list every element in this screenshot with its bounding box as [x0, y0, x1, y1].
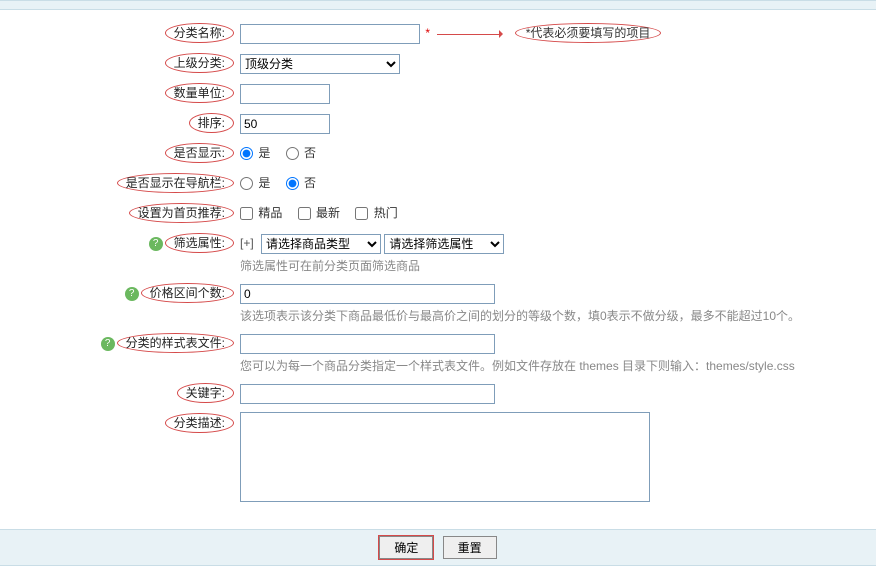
label-unit: 数量单位: [165, 83, 234, 103]
label-parent: 上级分类: [165, 53, 234, 73]
ok-button[interactable]: 确定 [379, 536, 433, 559]
required-star: * [425, 26, 430, 40]
label-style: 分类的样式表文件: [117, 333, 234, 353]
home-opt2[interactable]: 最新 [298, 206, 340, 220]
help-icon: ? [125, 287, 139, 301]
label-name: 分类名称: [165, 23, 234, 43]
label-keywords: 关键字: [177, 383, 234, 403]
style-input[interactable] [240, 334, 495, 354]
display-yes[interactable]: 是 [240, 146, 270, 160]
display-no[interactable]: 否 [286, 146, 316, 160]
row-display: 是否显示: 是 否 [0, 142, 876, 164]
nav-no[interactable]: 否 [286, 176, 316, 190]
parent-select[interactable]: 顶级分类 [240, 54, 400, 74]
unit-input[interactable] [240, 84, 330, 104]
label-sort: 排序: [189, 113, 234, 133]
row-style: ?分类的样式表文件: 您可以为每一个商品分类指定一个样式表文件。例如文件存放在 … [0, 332, 876, 374]
label-filter: 筛选属性: [165, 233, 234, 253]
filter-type-select[interactable]: 请选择商品类型 [261, 234, 381, 254]
reset-button[interactable]: 重置 [443, 536, 497, 559]
row-desc: 分类描述: [0, 412, 876, 509]
desc-textarea[interactable] [240, 412, 650, 502]
label-desc: 分类描述: [165, 413, 234, 433]
row-unit: 数量单位: [0, 82, 876, 104]
price-input[interactable] [240, 284, 495, 304]
label-nav: 是否显示在导航栏: [117, 173, 234, 193]
label-price: 价格区间个数: [141, 283, 234, 303]
row-parent: 上级分类: 顶级分类 [0, 52, 876, 74]
home-opt1[interactable]: 精品 [240, 206, 282, 220]
home-opt3[interactable]: 热门 [355, 206, 397, 220]
row-price: ?价格区间个数: 该选项表示该分类下商品最低价与最高价之间的划分的等级个数，填0… [0, 282, 876, 324]
row-sort: 排序: [0, 112, 876, 134]
category-name-input[interactable] [240, 24, 420, 44]
row-category-name: 分类名称: * *代表必须要填写的项目 [0, 22, 876, 44]
style-hint: 您可以为每一个商品分类指定一个样式表文件。例如文件存放在 themes 目录下则… [240, 358, 795, 374]
help-icon: ? [149, 237, 163, 251]
button-bar: 确定 重置 [0, 529, 876, 566]
label-display: 是否显示: [165, 143, 234, 163]
filter-hint: 筛选属性可在前分类页面筛选商品 [240, 258, 504, 274]
row-home: 设置为首页推荐: 精品 最新 热门 [0, 202, 876, 224]
filter-attr-select[interactable]: 请选择筛选属性 [384, 234, 504, 254]
help-icon: ? [101, 337, 115, 351]
nav-yes[interactable]: 是 [240, 176, 270, 190]
row-keywords: 关键字: [0, 382, 876, 404]
keywords-input[interactable] [240, 384, 495, 404]
label-home: 设置为首页推荐: [129, 203, 234, 223]
sort-input[interactable] [240, 114, 330, 134]
price-hint: 该选项表示该分类下商品最低价与最高价之间的划分的等级个数，填0表示不做分级，最多… [240, 308, 800, 324]
required-legend: *代表必须要填写的项目 [515, 23, 662, 43]
arrow-icon [437, 29, 507, 39]
row-nav: 是否显示在导航栏: 是 否 [0, 172, 876, 194]
row-filter: ?筛选属性: [+] 请选择商品类型 请选择筛选属性 筛选属性可在前分类页面筛选… [0, 232, 876, 274]
add-filter-button[interactable]: [+] [240, 236, 254, 250]
